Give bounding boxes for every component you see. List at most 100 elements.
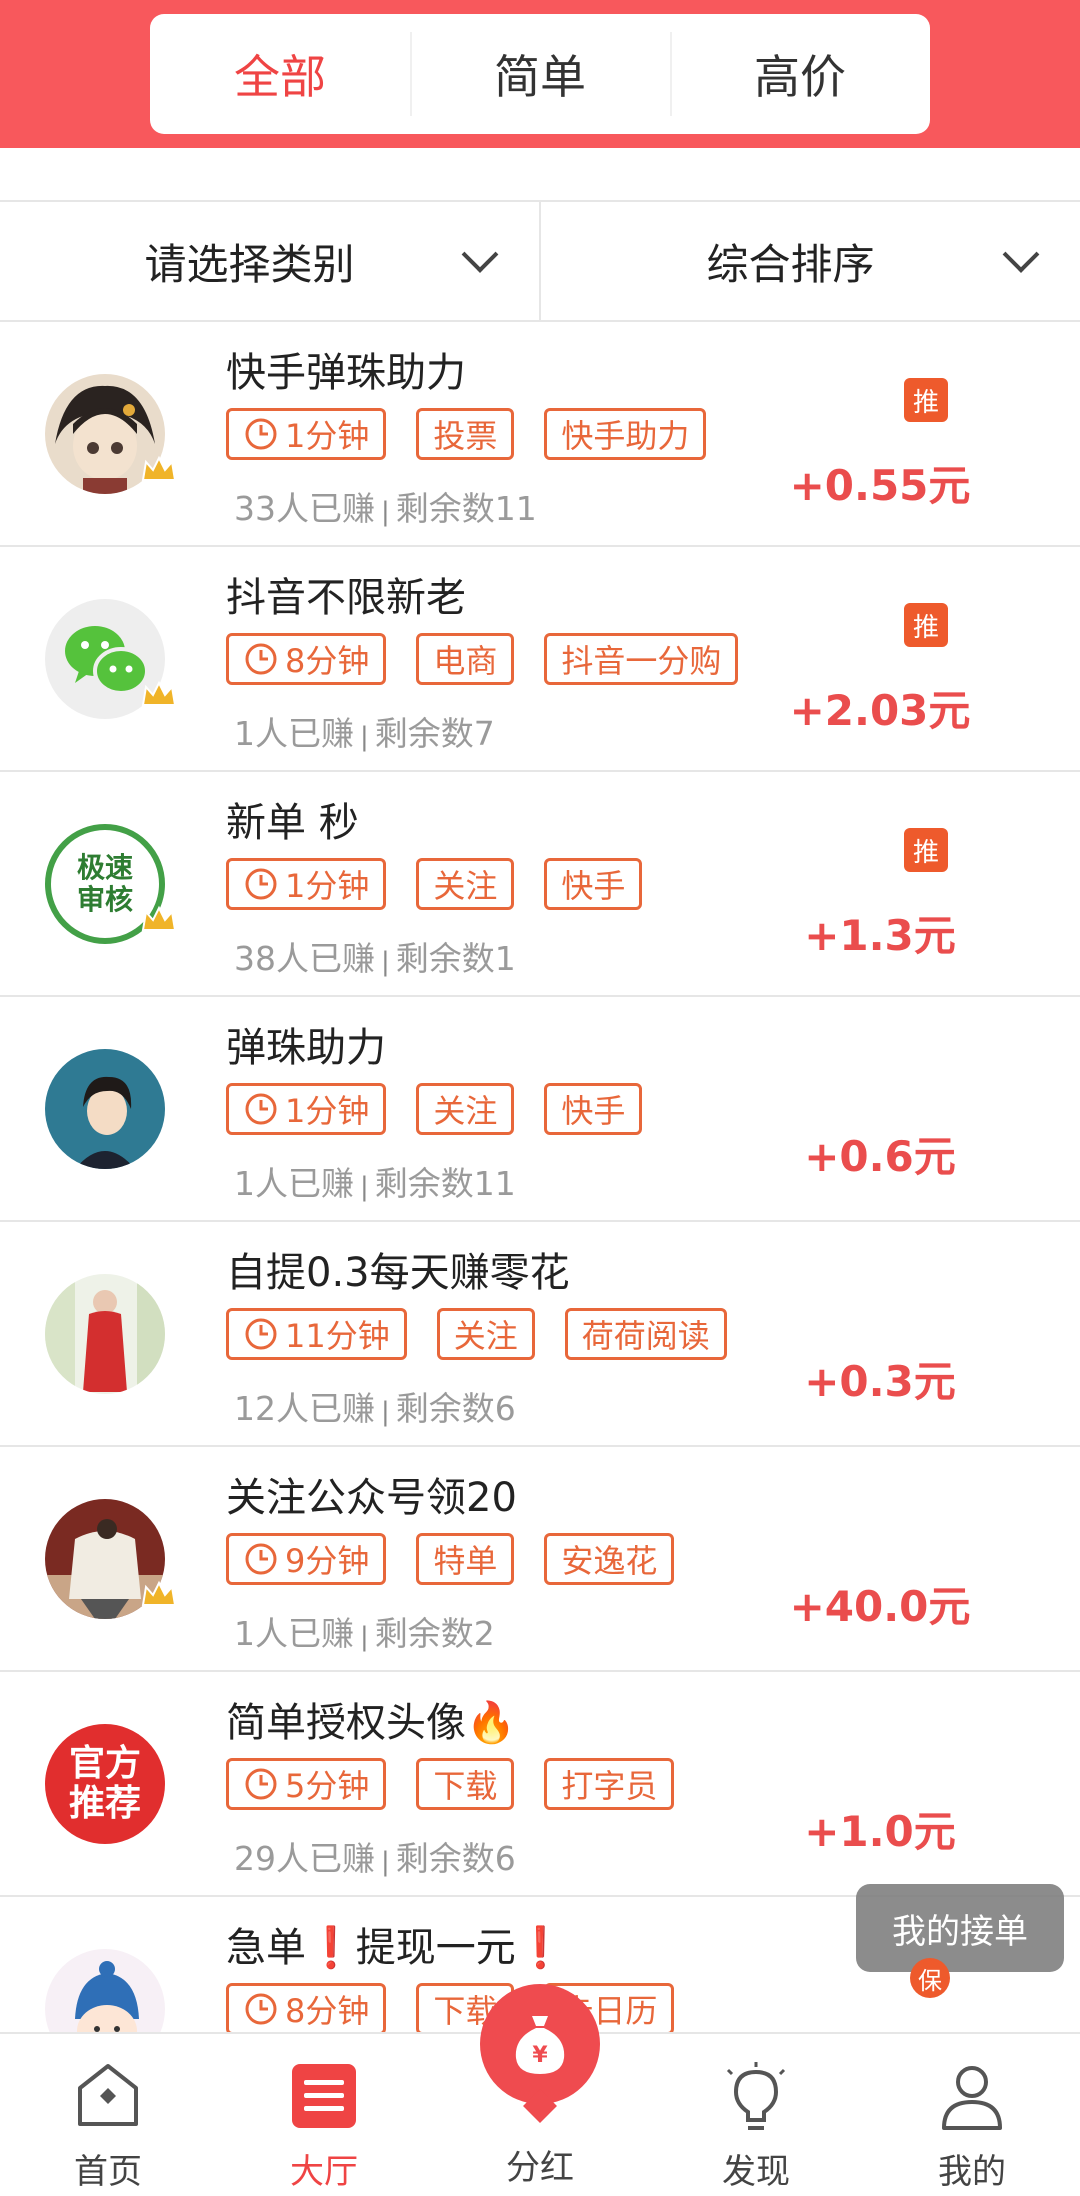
task-tag: 快手 [544, 1083, 643, 1135]
crown-icon [141, 680, 177, 706]
task-title: 自提0.3每天赚零花 [226, 1250, 570, 1296]
chevron-down-icon [461, 236, 499, 273]
task-stats: 33人已赚 | 剩余数11 [234, 482, 537, 530]
cartoon-avatar-icon [45, 1949, 165, 2032]
tab-segment: 全部 简单 高价 [150, 14, 930, 134]
crown-icon [141, 905, 177, 931]
tab-all[interactable]: 全部 [150, 14, 410, 134]
task-tags: 11分钟 关注 荷荷阅读 [226, 1308, 727, 1360]
category-dropdown[interactable]: 请选择类别 [0, 202, 539, 320]
task-title: 简单授权头像🔥 [226, 1700, 516, 1746]
task-stats: 12人已赚 | 剩余数6 [234, 1382, 516, 1430]
reward-amount: +0.6元 [804, 1132, 956, 1181]
nav-discover[interactable]: 发现 [648, 2044, 864, 2194]
tab-high-price[interactable]: 高价 [670, 14, 930, 134]
task-title: 关注公众号领20 [226, 1475, 517, 1521]
task-title: 快手弹珠助力 [226, 350, 466, 396]
avatar: 官方推荐 [45, 1724, 165, 1844]
avatar [45, 1274, 165, 1394]
clock-icon [245, 1093, 277, 1125]
svg-text:¥: ¥ [532, 2043, 548, 2068]
task-row[interactable]: 自提0.3每天赚零花 11分钟 关注 荷荷阅读 12人已赚 | 剩余数6 +0.3元 [0, 1222, 1080, 1447]
task-row[interactable]: 快手弹珠助力 1分钟 投票 快手助力 33人已赚 | 剩余数11 推 +0.55元 [0, 322, 1080, 547]
nav-hall[interactable]: 大厅 [216, 2044, 432, 2194]
task-row[interactable]: 官方推荐 简单授权头像🔥 5分钟 下载 打字员 29人已赚 | 剩余数6 +1.0元 [0, 1672, 1080, 1897]
official-avatar-icon: 官方推荐 [45, 1724, 165, 1844]
task-tag: 荷荷阅读 [564, 1308, 727, 1360]
nav-label: 我的 [938, 2152, 1006, 2192]
my-orders-button[interactable]: 我的接单 [856, 1884, 1064, 1972]
task-title: 抖音不限新老 [226, 575, 466, 621]
duration-tag: 9分钟 [226, 1533, 387, 1585]
duration-text: 11分钟 [285, 1317, 390, 1355]
task-tag: 特单 [416, 1533, 515, 1585]
task-tag: 投票 [416, 408, 515, 460]
dividend-center-button[interactable]: ¥ [480, 1984, 600, 2104]
task-tag: 快手助力 [544, 408, 707, 460]
duration-text: 8分钟 [285, 642, 370, 680]
earned-count: 1人已赚 [234, 1164, 354, 1203]
task-tag: 安逸花 [544, 1533, 675, 1585]
separator: | [360, 1172, 369, 1202]
duration-tag: 1分钟 [226, 408, 387, 460]
top-header: 全部 简单 高价 [0, 0, 1080, 148]
avatar: 极速审核 [45, 824, 177, 944]
task-tags: 1分钟 投票 快手助力 [226, 408, 707, 460]
recommend-badge: 推 [904, 603, 948, 647]
duration-text: 9分钟 [285, 1542, 370, 1580]
avatar [45, 1049, 165, 1169]
duration-text: 8分钟 [285, 1992, 370, 2030]
earned-count: 29人已赚 [234, 1839, 375, 1878]
task-list: 快手弹珠助力 1分钟 投票 快手助力 33人已赚 | 剩余数11 推 +0.55元 [0, 322, 1080, 2032]
tab-simple[interactable]: 简单 [410, 14, 670, 134]
money-bag-icon: ¥ [515, 2016, 565, 2074]
task-stats: 38人已赚 | 剩余数1 [234, 932, 516, 980]
task-tags: 1分钟 关注 快手 [226, 1083, 643, 1135]
separator: | [360, 722, 369, 752]
reward-amount: +2.03元 [789, 686, 971, 735]
earned-count: 1人已赚 [234, 1614, 354, 1653]
duration-text: 1分钟 [285, 867, 370, 905]
remaining-count: 剩余数2 [374, 1614, 495, 1653]
task-stats: 29人已赚 | 剩余数6 [234, 1832, 516, 1880]
separator: | [360, 1622, 369, 1652]
hall-list-icon [292, 2064, 356, 2128]
avatar [45, 1949, 165, 2032]
task-row[interactable]: 关注公众号领20 9分钟 特单 安逸花 1人已赚 | 剩余数2 +40.0元 [0, 1447, 1080, 1672]
home-icon [78, 2064, 138, 2126]
avatar [45, 599, 177, 719]
clock-icon [245, 1318, 277, 1350]
avatar [45, 374, 177, 494]
duration-text: 1分钟 [285, 417, 370, 455]
duration-text: 5分钟 [285, 1767, 370, 1805]
clock-icon [245, 418, 277, 450]
separator: | [381, 497, 390, 527]
clock-icon [245, 868, 277, 900]
task-tags: 9分钟 特单 安逸花 [226, 1533, 675, 1585]
remaining-count: 剩余数11 [374, 1164, 516, 1203]
avatar [45, 1499, 177, 1619]
task-tag: 打字员 [544, 1758, 675, 1810]
duration-tag: 8分钟 [226, 633, 387, 685]
remaining-count: 剩余数6 [395, 1839, 516, 1878]
task-tag: 电商 [416, 633, 515, 685]
task-row[interactable]: 极速审核 新单 秒 1分钟 关注 快手 38人已赚 | 剩余数1 推 +1.3元 [0, 772, 1080, 997]
task-tag: 关注 [416, 858, 515, 910]
task-tag: 抖音一分购 [544, 633, 739, 685]
task-tags: 5分钟 下载 打字员 [226, 1758, 675, 1810]
reward-amount: +1.3元 [804, 911, 956, 960]
filter-bar: 请选择类别 综合排序 [0, 200, 1080, 322]
task-stats: 1人已赚 | 剩余数11 [234, 1157, 516, 1205]
sort-dropdown[interactable]: 综合排序 [539, 202, 1080, 320]
nav-mine[interactable]: 我的 [864, 2044, 1080, 2194]
duration-tag: 1分钟 [226, 858, 387, 910]
duration-tag: 5分钟 [226, 1758, 387, 1810]
task-tags: 8分钟 下载 卡日历 [226, 1983, 675, 2032]
duration-tag: 11分钟 [226, 1308, 407, 1360]
duration-tag: 8分钟 [226, 1983, 387, 2032]
task-row[interactable]: 弹珠助力 1分钟 关注 快手 1人已赚 | 剩余数11 +0.6元 [0, 997, 1080, 1222]
task-row[interactable]: 抖音不限新老 8分钟 电商 抖音一分购 1人已赚 | 剩余数7 推 +2.03元 [0, 547, 1080, 772]
nav-home[interactable]: 首页 [0, 2044, 216, 2194]
clock-icon [245, 1543, 277, 1575]
separator: | [381, 1847, 390, 1877]
